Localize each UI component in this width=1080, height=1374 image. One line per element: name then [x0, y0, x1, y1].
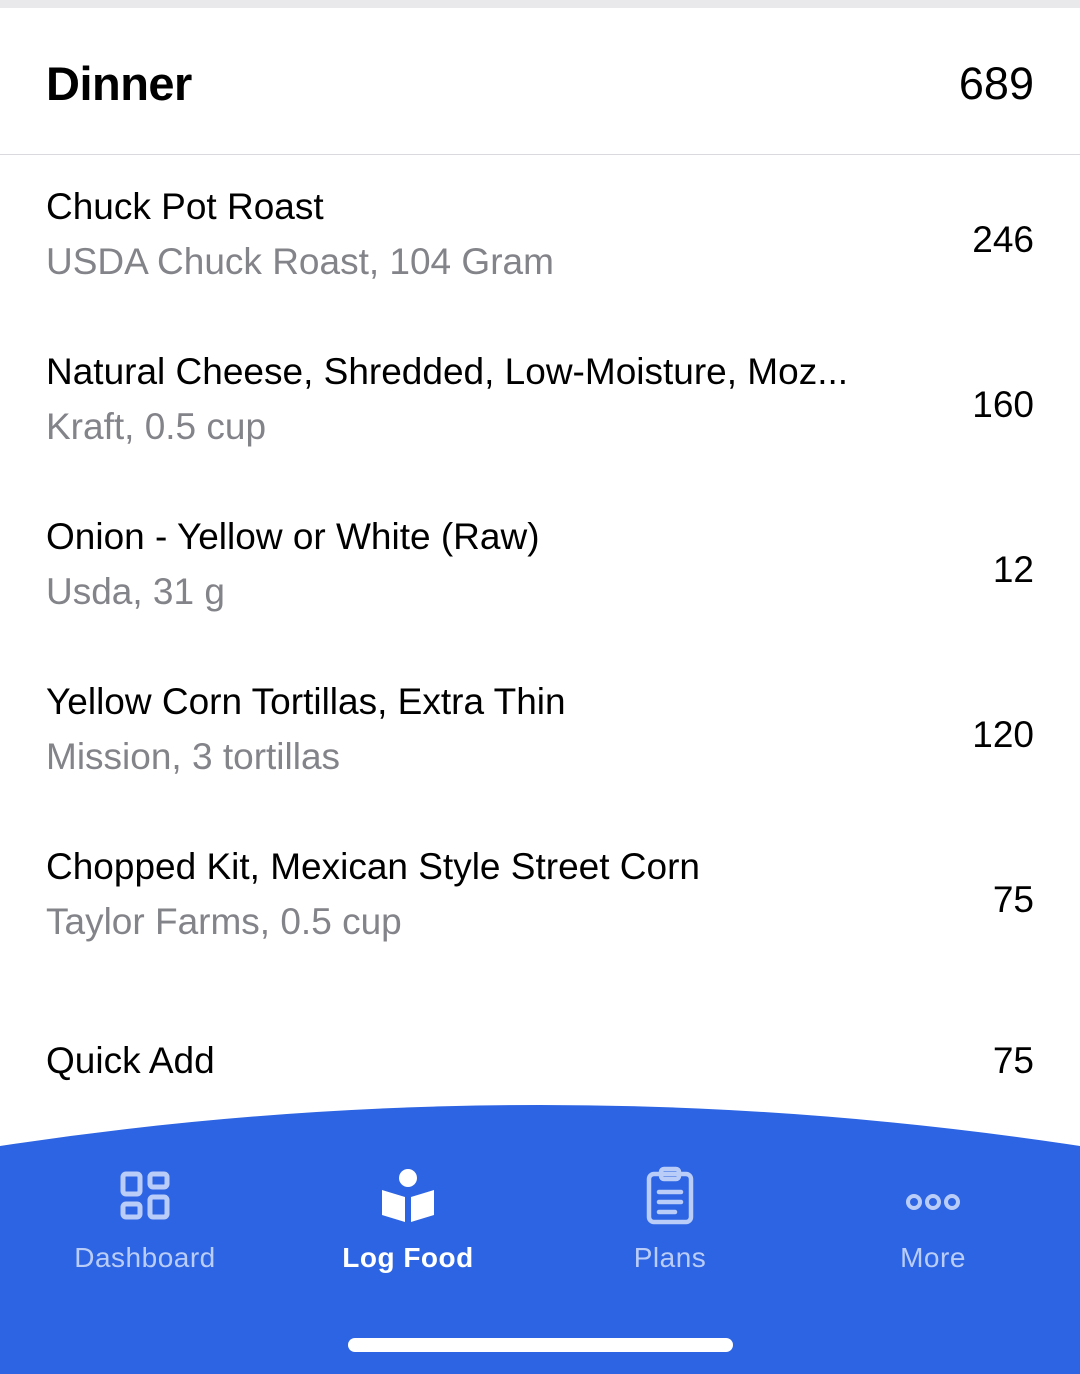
food-item[interactable]: Chuck Pot Roast USDA Chuck Roast, 104 Gr… — [0, 156, 1080, 321]
tab-label: Dashboard — [74, 1242, 216, 1273]
top-divider-strip — [0, 0, 1080, 8]
food-item[interactable]: Onion - Yellow or White (Raw) Usda, 31 g… — [0, 486, 1080, 651]
food-item[interactable]: Natural Cheese, Shredded, Low-Moisture, … — [0, 321, 1080, 486]
meal-title: Dinner — [46, 57, 192, 110]
meal-header: Dinner 689 — [0, 8, 1080, 155]
food-calories: 75 — [992, 879, 1034, 920]
food-name: Chopped Kit, Mexican Style Street Corn — [46, 846, 700, 887]
tab-dashboard[interactable]: Dashboard — [10, 1160, 280, 1290]
food-name: Natural Cheese, Shredded, Low-Moisture, … — [46, 351, 849, 392]
quick-add-calories: 75 — [992, 1040, 1034, 1081]
food-calories: 160 — [972, 384, 1034, 425]
tab-log-food[interactable]: Log Food — [273, 1160, 543, 1290]
food-item[interactable]: Yellow Corn Tortillas, Extra Thin Missio… — [0, 651, 1080, 816]
tab-label: Plans — [633, 1242, 707, 1273]
food-detail: Usda, 31 g — [46, 571, 225, 612]
tab-label: Log Food — [342, 1242, 474, 1273]
tab-label: More — [900, 1242, 966, 1273]
food-name: Onion - Yellow or White (Raw) — [46, 516, 540, 557]
food-detail: USDA Chuck Roast, 104 Gram — [46, 241, 554, 282]
quick-add-row[interactable]: Quick Add 75 — [0, 1020, 1080, 1100]
home-indicator[interactable] — [348, 1338, 733, 1352]
quick-add-label: Quick Add — [46, 1040, 215, 1081]
food-calories: 246 — [972, 219, 1034, 260]
tab-more[interactable]: More — [798, 1160, 1068, 1290]
bottom-tab-bar: Dashboard Log Food Plans More — [0, 1100, 1080, 1374]
food-detail: Mission, 3 tortillas — [46, 736, 341, 777]
food-name: Chuck Pot Roast — [46, 186, 324, 227]
book-icon — [382, 1169, 434, 1222]
meal-total-calories: 689 — [958, 58, 1034, 109]
food-list: Chuck Pot Roast USDA Chuck Roast, 104 Gr… — [0, 156, 1080, 981]
food-calories: 120 — [972, 714, 1034, 755]
food-item[interactable]: Chopped Kit, Mexican Style Street Corn T… — [0, 816, 1080, 981]
tab-plans[interactable]: Plans — [535, 1160, 805, 1290]
food-detail: Taylor Farms, 0.5 cup — [46, 901, 402, 942]
clipboard-icon — [646, 1166, 694, 1225]
more-dots-icon — [906, 1194, 960, 1210]
dashboard-grid-icon — [120, 1171, 170, 1220]
food-name: Yellow Corn Tortillas, Extra Thin — [46, 681, 566, 722]
food-detail: Kraft, 0.5 cup — [46, 406, 267, 447]
food-calories: 12 — [992, 549, 1034, 590]
